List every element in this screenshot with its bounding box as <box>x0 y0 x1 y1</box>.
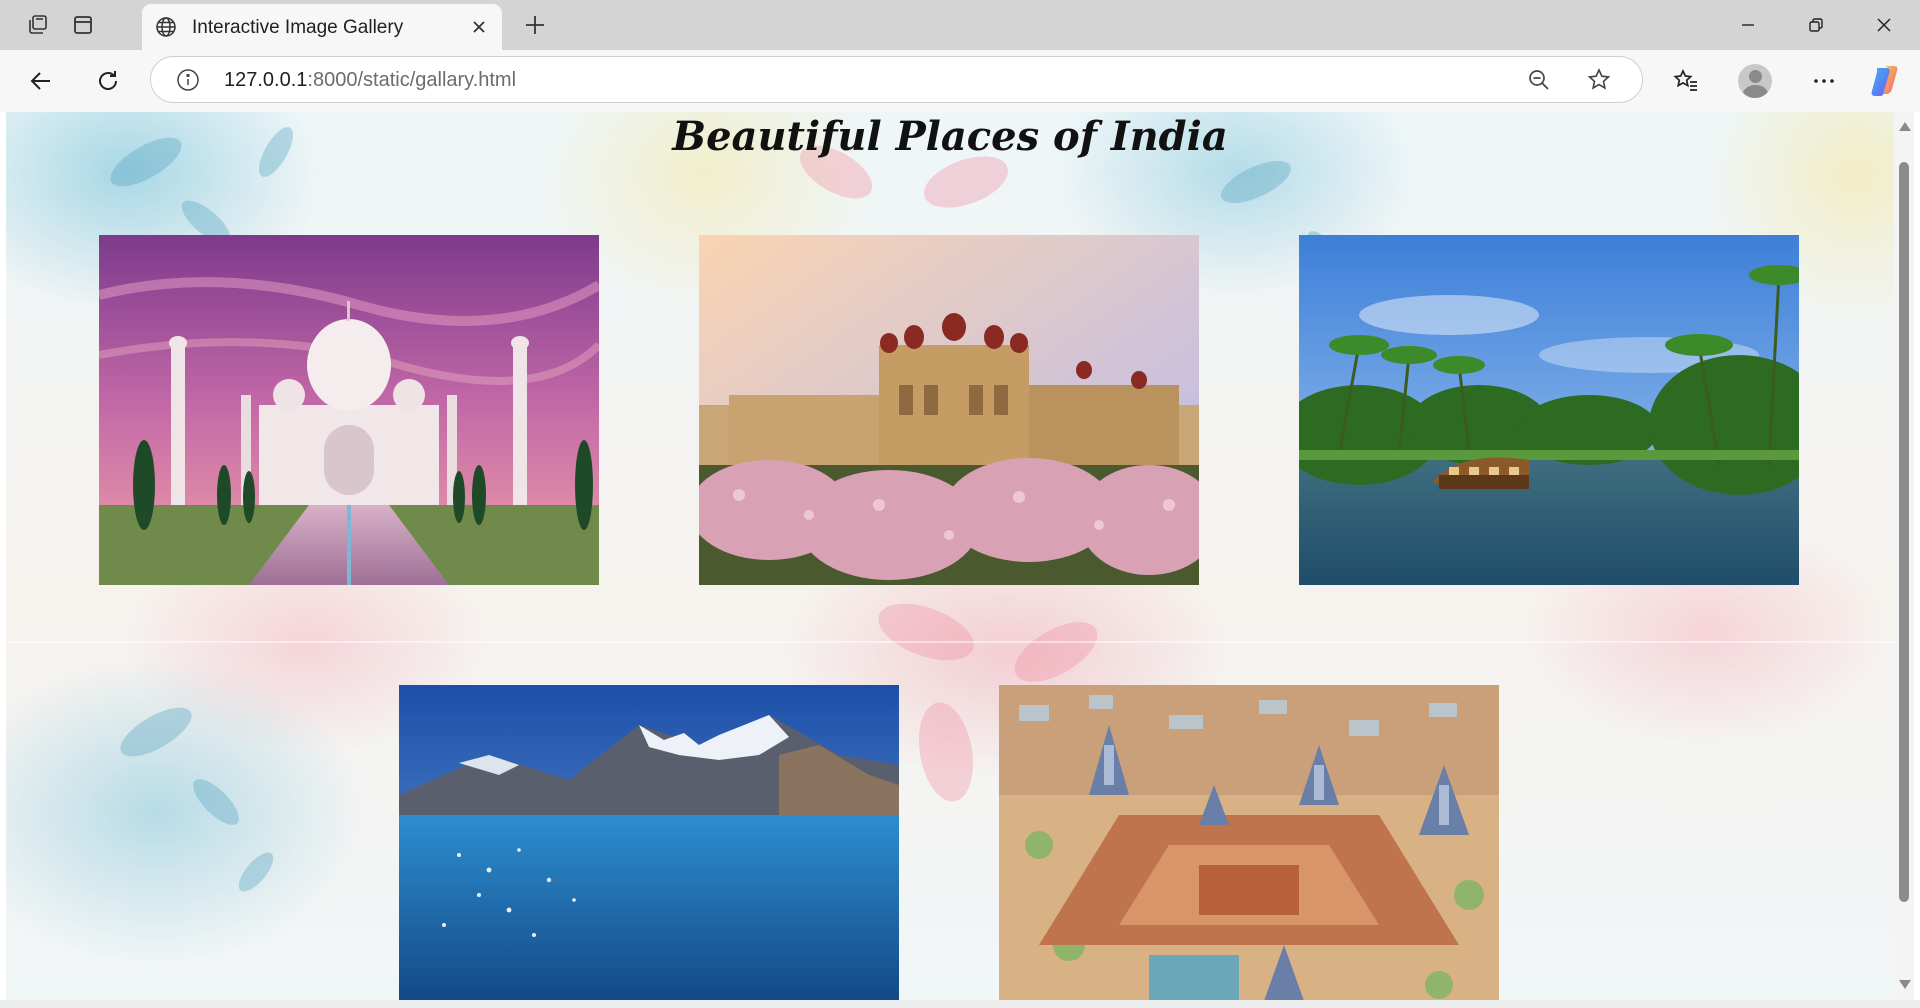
url-host: 127.0.0.1 <box>224 69 308 91</box>
plus-icon[interactable] <box>518 8 552 42</box>
tab-actions-icon[interactable] <box>65 8 101 42</box>
temple-city-image[interactable] <box>999 685 1499 1000</box>
tab-interactive-image-gallery[interactable]: Interactive Image Gallery <box>142 4 502 50</box>
window-bottom-edge <box>0 1000 1920 1008</box>
mysore-palace-image[interactable] <box>699 235 1199 585</box>
globe-icon <box>153 14 179 40</box>
page-viewport: Beautiful Places of India <box>6 112 1894 1000</box>
url-path: :8000/static/gallary.html <box>307 69 517 91</box>
profile-avatar[interactable] <box>1738 64 1772 98</box>
tab-strip: Interactive Image Gallery <box>0 0 1920 50</box>
address-bar[interactable]: 127.0.0.1:8000/static/gallary.html <box>150 56 1643 103</box>
kerala-backwaters-image[interactable] <box>1299 235 1799 585</box>
more-icon[interactable] <box>1804 61 1844 101</box>
close-tab-icon[interactable] <box>464 12 494 42</box>
scroll-down-icon[interactable] <box>1899 980 1911 989</box>
url-text[interactable]: 127.0.0.1:8000/static/gallary.html <box>224 69 516 92</box>
browser-toolbar: 127.0.0.1:8000/static/gallary.html <box>0 50 1920 112</box>
back-arrow-icon[interactable] <box>21 61 61 101</box>
page-title: Beautiful Places of India <box>672 113 1228 160</box>
info-icon[interactable] <box>175 67 201 93</box>
favorites-icon[interactable] <box>1666 61 1706 101</box>
scroll-up-icon[interactable] <box>1899 122 1911 131</box>
zoom-out-icon[interactable] <box>1523 64 1555 96</box>
close-icon[interactable] <box>1850 0 1918 50</box>
minimize-icon[interactable] <box>1714 0 1782 50</box>
scroll-thumb[interactable] <box>1899 162 1909 902</box>
restore-icon[interactable] <box>1782 0 1850 50</box>
reload-icon[interactable] <box>88 61 128 101</box>
star-icon[interactable] <box>1583 64 1615 96</box>
taj-mahal-image[interactable] <box>99 235 599 585</box>
tab-title: Interactive Image Gallery <box>192 17 404 38</box>
workspaces-icon[interactable] <box>20 8 56 42</box>
mountain-lake-image[interactable] <box>399 685 899 1000</box>
vertical-scrollbar[interactable] <box>1894 112 1914 1000</box>
copilot-icon[interactable] <box>1868 64 1902 98</box>
